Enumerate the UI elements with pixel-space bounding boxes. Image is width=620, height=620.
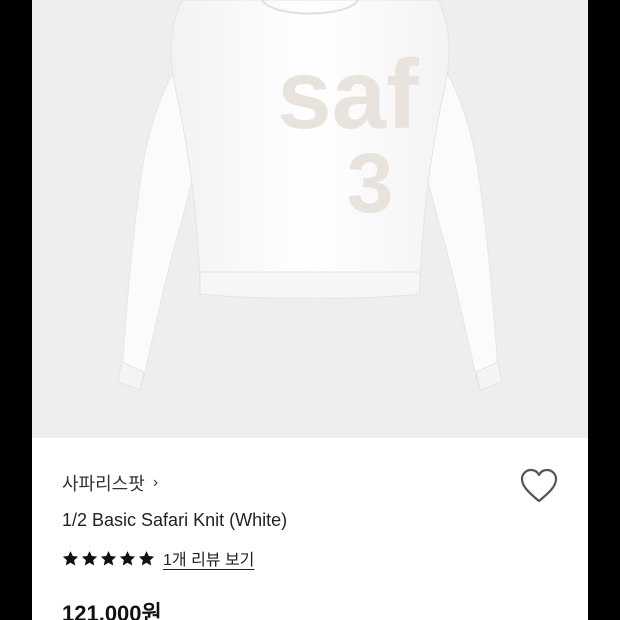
product-image[interactable]: saf 3 <box>32 0 588 438</box>
sweater-illustration: saf 3 <box>117 0 503 391</box>
print-number: 3 <box>347 136 394 230</box>
star-filled-icon <box>62 550 79 566</box>
review-link[interactable]: 1개 리뷰 보기 <box>163 546 254 570</box>
star-filled-icon <box>119 550 136 566</box>
product-page: saf 3 사파리스팟 › 1/2 Basic Safari Knit (Whi… <box>32 0 588 620</box>
brand-name: 사파리스팟 <box>62 474 145 494</box>
star-filled-icon <box>100 550 117 566</box>
star-filled-icon <box>81 550 98 566</box>
print-letters: saf <box>277 39 419 149</box>
product-info: 사파리스팟 › 1/2 Basic Safari Knit (White) 1개… <box>32 438 588 620</box>
rating-row: 1개 리뷰 보기 <box>62 546 254 570</box>
star-rating <box>62 550 155 567</box>
heart-outline-icon[interactable] <box>520 468 558 504</box>
brand-link[interactable]: 사파리스팟 › <box>62 470 158 496</box>
star-filled-icon <box>138 550 155 566</box>
chevron-right-icon: › <box>152 474 159 491</box>
product-price: 121,000원 <box>62 601 162 620</box>
product-title: 1/2 Basic Safari Knit (White) <box>62 510 288 530</box>
